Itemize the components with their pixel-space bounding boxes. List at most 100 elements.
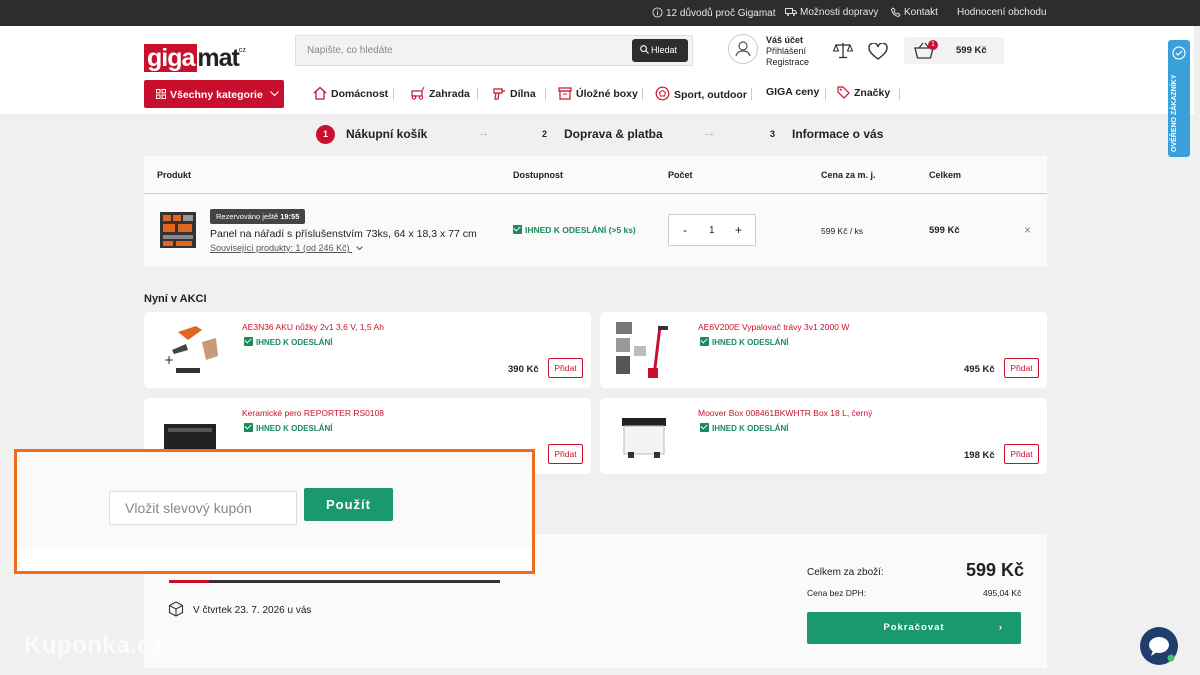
related-products-label: Související produkty: 1 (od 246 Kč) xyxy=(210,243,350,253)
contact-link[interactable]: Kontakt xyxy=(891,7,938,18)
check-icon xyxy=(700,423,709,432)
all-categories-button[interactable]: Všechny kategorie xyxy=(144,80,284,108)
increment-button[interactable]: + xyxy=(735,223,742,237)
nav-label: Značky xyxy=(854,87,891,99)
net-price-value: 495,04 Kč xyxy=(983,588,1022,598)
reasons-link[interactable]: 12 důvodů proč Gigamat xyxy=(652,7,776,19)
nav-item-household[interactable]: Domácnost xyxy=(313,86,388,100)
shipping-progress-bar xyxy=(169,580,500,583)
add-to-cart-button[interactable]: Přidat xyxy=(1004,358,1039,378)
divider xyxy=(144,193,1047,194)
logo-suffix: cz xyxy=(238,47,246,54)
promo-name[interactable]: AE3N36 AKU nůžky 2v1 3,6 V, 1,5 Ah xyxy=(242,322,384,332)
promo-name[interactable]: AE6V200E Vypalovač trávy 3v1 2000 W xyxy=(698,322,849,332)
delivery-estimate: V čtvrtek 23. 7. 2026 u vás xyxy=(168,601,311,617)
account-avatar[interactable] xyxy=(728,34,758,64)
search-button[interactable]: Hledat xyxy=(632,39,688,62)
quantity-stepper[interactable]: - 1 + xyxy=(668,214,756,246)
chevron-right-icon: › xyxy=(998,622,1003,633)
search-box[interactable]: Napište, co hledáte Hledat xyxy=(295,35,693,66)
nav-item-workshop[interactable]: Dílna xyxy=(491,86,536,100)
nav-label: Dílna xyxy=(510,88,536,100)
shipping-link[interactable]: Možnosti dopravy xyxy=(785,7,878,18)
row-total: 599 Kč xyxy=(929,225,960,236)
nav-item-brands[interactable]: Značky xyxy=(837,86,890,99)
verified-reviews-tab[interactable]: OVĚŘENO ZÁKAZNÍKY xyxy=(1168,40,1190,157)
product-image[interactable] xyxy=(158,209,198,251)
quantity-value[interactable]: 1 xyxy=(709,225,715,236)
step-cart-label[interactable]: Nákupní košík xyxy=(346,127,427,141)
continue-button[interactable]: Pokračovat › xyxy=(807,612,1021,644)
nav-divider xyxy=(393,88,394,100)
product-name[interactable]: Panel na nářadí s příslušenstvím 73ks, 6… xyxy=(210,228,477,240)
nav-divider xyxy=(477,88,478,100)
apply-coupon-button[interactable]: Použít xyxy=(304,488,393,521)
promo-availability: IHNED K ODESLÁNÍ xyxy=(700,337,788,347)
heart-icon[interactable] xyxy=(868,42,888,63)
login-link[interactable]: Přihlášení xyxy=(766,46,809,57)
logo[interactable]: giga matcz xyxy=(144,36,246,73)
promo-name[interactable]: Moover Box 008461BKWHTR Box 18 L, černý xyxy=(698,408,872,418)
check-icon xyxy=(244,337,253,346)
top-bar: 12 důvodů proč Gigamat Možnosti dopravy … xyxy=(0,0,1200,26)
promo-product-image: + xyxy=(158,320,220,380)
col-header-product: Produkt xyxy=(157,170,192,180)
add-to-cart-button[interactable]: Přidat xyxy=(1004,444,1039,464)
decrement-button[interactable]: - xyxy=(683,223,687,237)
availability-label: IHNED K ODESLÁNÍ (>5 ks) xyxy=(525,225,636,235)
promo-product-image xyxy=(614,406,676,466)
add-to-cart-button[interactable]: Přidat xyxy=(548,358,583,378)
house-icon xyxy=(313,86,327,100)
watermark: Kuponka.cz xyxy=(24,632,164,659)
nav-divider xyxy=(642,88,643,100)
drill-icon xyxy=(493,88,505,100)
remove-item-button[interactable]: × xyxy=(1024,223,1031,237)
chevron-down-icon xyxy=(269,91,279,97)
total-label: Celkem za zboží: xyxy=(807,567,884,578)
cart-count-badge: 1 xyxy=(928,40,938,50)
account-title: Váš účet xyxy=(766,35,804,45)
reservation-badge: Rezervováno ještě 19:55 xyxy=(210,209,306,224)
account-menu[interactable]: Váš účet Přihlášení Registrace xyxy=(766,35,809,68)
col-header-unit-price: Cena za m. j. xyxy=(821,170,876,180)
scrollbar[interactable] xyxy=(1194,26,1200,675)
promo-availability: IHNED K ODESLÁNÍ xyxy=(700,423,788,433)
chat-button[interactable] xyxy=(1140,627,1178,665)
coupon-input[interactable]: Vložit slevový kupón xyxy=(109,491,297,525)
nav-divider xyxy=(545,88,546,100)
col-header-qty: Počet xyxy=(668,170,693,180)
nav-item-giga-prices[interactable]: GIGA ceny xyxy=(766,86,819,98)
nav-item-garden[interactable]: Zahrada xyxy=(410,86,470,100)
nav-divider xyxy=(751,88,752,100)
nav-label: Zahrada xyxy=(429,88,470,100)
search-input[interactable]: Napište, co hledáte xyxy=(307,45,393,56)
nav-item-sport-outdoor[interactable]: Sport, outdoor xyxy=(655,86,747,101)
nav-divider xyxy=(899,88,900,100)
promo-card[interactable]: AE6V200E Vypalovač trávy 3v1 2000 W IHNE… xyxy=(600,312,1047,388)
promo-product-image xyxy=(614,320,676,380)
continue-label: Pokračovat xyxy=(883,622,945,633)
step-number-active: 1 xyxy=(316,125,335,144)
add-to-cart-button[interactable]: Přidat xyxy=(548,444,583,464)
promo-price: 495 Kč xyxy=(964,364,995,375)
related-products-link[interactable]: Související produkty: 1 (od 246 Kč) xyxy=(210,243,363,253)
step-shipping-label[interactable]: Doprava & platba xyxy=(564,127,663,141)
compare-icon[interactable] xyxy=(832,42,854,62)
promo-name[interactable]: Keramické pero REPORTER RS0108 xyxy=(242,408,384,418)
step-info-label[interactable]: Informace o vás xyxy=(792,127,883,141)
tag-icon xyxy=(837,86,850,99)
promo-card[interactable]: Moover Box 008461BKWHTR Box 18 L, černý … xyxy=(600,398,1047,474)
rating-link[interactable]: Hodnocení obchodu xyxy=(957,7,1047,18)
promo-availability-label: IHNED K ODESLÁNÍ xyxy=(712,338,789,347)
total-value: 599 Kč xyxy=(966,560,1025,580)
svg-text:+: + xyxy=(164,353,174,367)
verified-reviews-label: OVĚŘENO ZÁKAZNÍKY xyxy=(1171,74,1178,152)
nav-item-storage-boxes[interactable]: Úložné boxy xyxy=(558,86,638,100)
ball-icon xyxy=(655,86,670,101)
register-link[interactable]: Registrace xyxy=(766,57,809,68)
cart-button[interactable]: 1 599 Kč xyxy=(904,37,1004,64)
promo-card[interactable]: + AE3N36 AKU nůžky 2v1 3,6 V, 1,5 Ah IHN… xyxy=(144,312,591,388)
promo-availability-label: IHNED K ODESLÁNÍ xyxy=(256,338,333,347)
arrow-right-icon: → xyxy=(702,124,716,140)
promo-availability-label: IHNED K ODESLÁNÍ xyxy=(712,424,789,433)
